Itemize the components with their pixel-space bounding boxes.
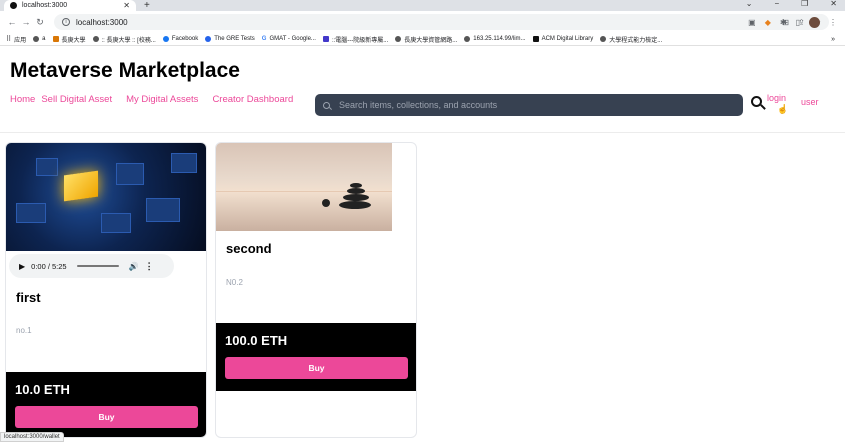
- metamask-icon[interactable]: ◆: [765, 18, 771, 27]
- bookmark-item[interactable]: The GRE Tests: [205, 36, 255, 42]
- restore-icon[interactable]: ❐: [801, 0, 808, 8]
- bookmark-item[interactable]: 長庚大學: [52, 35, 86, 44]
- nav-my-digital-assets[interactable]: My Digital Assets: [126, 94, 198, 105]
- bookmark-item[interactable]: 163.25.114.99/lim...: [464, 36, 526, 42]
- browser-tab[interactable]: localhost:3000 ✕: [4, 0, 136, 11]
- globe-icon: [92, 36, 99, 42]
- bookmark-item[interactable]: G GMAT - Google...: [262, 36, 316, 42]
- globe-icon: [395, 36, 402, 42]
- extension-icon[interactable]: ▣: [748, 18, 756, 27]
- bookmark-item[interactable]: 大學程式能力檢定...: [600, 35, 662, 44]
- page-title: Metaverse Marketplace: [10, 59, 240, 82]
- search-icon[interactable]: [751, 96, 762, 107]
- favicon-icon: [10, 2, 17, 9]
- item-price: 10.0 ETH: [15, 382, 70, 397]
- apps-icon: ⠿: [6, 36, 12, 43]
- google-icon: G: [261, 36, 267, 42]
- address-bar[interactable]: i localhost:3000 ⊞ ⇪ ☆: [54, 14, 829, 30]
- bookmark-item[interactable]: ACM Digital Library: [532, 36, 593, 42]
- buy-button[interactable]: Buy: [225, 357, 408, 379]
- tab-search-icon[interactable]: ⌄: [746, 0, 753, 8]
- globe-icon: [464, 36, 471, 42]
- item-name: second: [226, 241, 272, 256]
- hand-cursor-icon: ☝: [777, 104, 789, 114]
- more-options-icon[interactable]: ⋮: [145, 261, 154, 272]
- nft-card: ▶ 0:00 / 5:25 🔊 ⋮ first no.1 10.0 ETH Bu…: [5, 142, 207, 438]
- tab-close-icon[interactable]: ✕: [123, 1, 130, 10]
- nav-sell-digital-asset[interactable]: Sell Digital Asset: [41, 94, 112, 105]
- site-icon: [322, 36, 329, 42]
- globe-icon: [33, 36, 40, 42]
- acm-icon: [532, 36, 539, 42]
- bookmark-item[interactable]: ::電腦---院級新專屬...: [322, 35, 388, 44]
- browser-toolbar: ← → ↻ i localhost:3000 ⊞ ⇪ ☆ ▣ ◆ ✱ ▯ ⋮: [0, 11, 845, 33]
- volume-icon[interactable]: 🔊: [129, 262, 139, 271]
- price-panel: 100.0 ETH Buy: [216, 323, 416, 391]
- bookmark-item[interactable]: :: 長庚大學 :: [校務...: [92, 35, 156, 44]
- extensions-bar: ▣ ◆ ✱ ▯ ⋮: [748, 16, 837, 28]
- page: Metaverse Marketplace Home Sell Digital …: [0, 46, 845, 442]
- bookmark-item[interactable]: Facebook: [162, 36, 198, 42]
- close-window-icon[interactable]: ✕: [830, 0, 837, 8]
- status-url: localhost:3000/wallet: [0, 432, 64, 442]
- new-tab-button[interactable]: +: [144, 0, 150, 11]
- school-icon: [52, 36, 59, 42]
- audio-time: 0:00 / 5:25: [31, 261, 67, 271]
- bookmark-item[interactable]: ⠿ 应用: [6, 35, 26, 44]
- forward-icon[interactable]: →: [20, 17, 32, 27]
- login-link[interactable]: login: [767, 93, 786, 103]
- globe-icon: [600, 36, 607, 42]
- site-info-icon[interactable]: i: [62, 18, 70, 26]
- play-icon[interactable]: ▶: [19, 262, 25, 271]
- price-panel: 10.0 ETH Buy: [6, 372, 206, 437]
- main-nav: Home Sell Digital Asset My Digital Asset…: [10, 94, 293, 105]
- audio-player[interactable]: ▶ 0:00 / 5:25 🔊 ⋮: [9, 254, 174, 278]
- search-icon: [323, 101, 330, 109]
- item-name: first: [16, 290, 41, 305]
- bookmarks-overflow-icon[interactable]: »: [831, 36, 835, 43]
- reload-icon[interactable]: ↻: [34, 17, 46, 28]
- minimize-icon[interactable]: −: [774, 0, 779, 8]
- bookmark-item[interactable]: a: [33, 36, 46, 42]
- nft-image: [6, 143, 206, 251]
- puzzle-icon[interactable]: ✱: [780, 18, 787, 27]
- profile-avatar[interactable]: [809, 16, 820, 28]
- item-price: 100.0 ETH: [225, 333, 288, 348]
- url-text: localhost:3000: [76, 17, 128, 27]
- menu-dots-icon[interactable]: ⋮: [829, 18, 837, 27]
- window-controls: ⌄ − ❐ ✕: [746, 0, 837, 8]
- header-divider: [0, 132, 845, 133]
- ets-icon: [205, 36, 212, 42]
- nft-card: second N0.2 100.0 ETH Buy: [215, 142, 417, 438]
- bookmarks-bar: ⠿ 应用 a 長庚大學 :: 長庚大學 :: [校務... Facebook Th…: [0, 33, 845, 46]
- nft-image: [216, 143, 392, 231]
- nav-creator-dashboard[interactable]: Creator Dashboard: [212, 94, 293, 105]
- facebook-icon: [162, 36, 169, 42]
- browser-tabstrip: localhost:3000 ✕ + ⌄ − ❐ ✕: [0, 0, 845, 11]
- nav-home[interactable]: Home: [10, 94, 35, 105]
- search-input[interactable]: [339, 100, 729, 110]
- bookmark-item[interactable]: 長庚大學資管網路...: [395, 35, 457, 44]
- search-bar: [315, 94, 743, 116]
- tab-title: localhost:3000: [22, 2, 68, 9]
- back-icon[interactable]: ←: [6, 17, 18, 27]
- item-description: N0.2: [226, 278, 243, 287]
- user-link[interactable]: user: [801, 97, 819, 107]
- audio-seek-bar[interactable]: [76, 265, 119, 267]
- buy-button[interactable]: Buy: [15, 406, 198, 428]
- sidepanel-icon[interactable]: ▯: [796, 18, 800, 27]
- item-description: no.1: [16, 326, 32, 335]
